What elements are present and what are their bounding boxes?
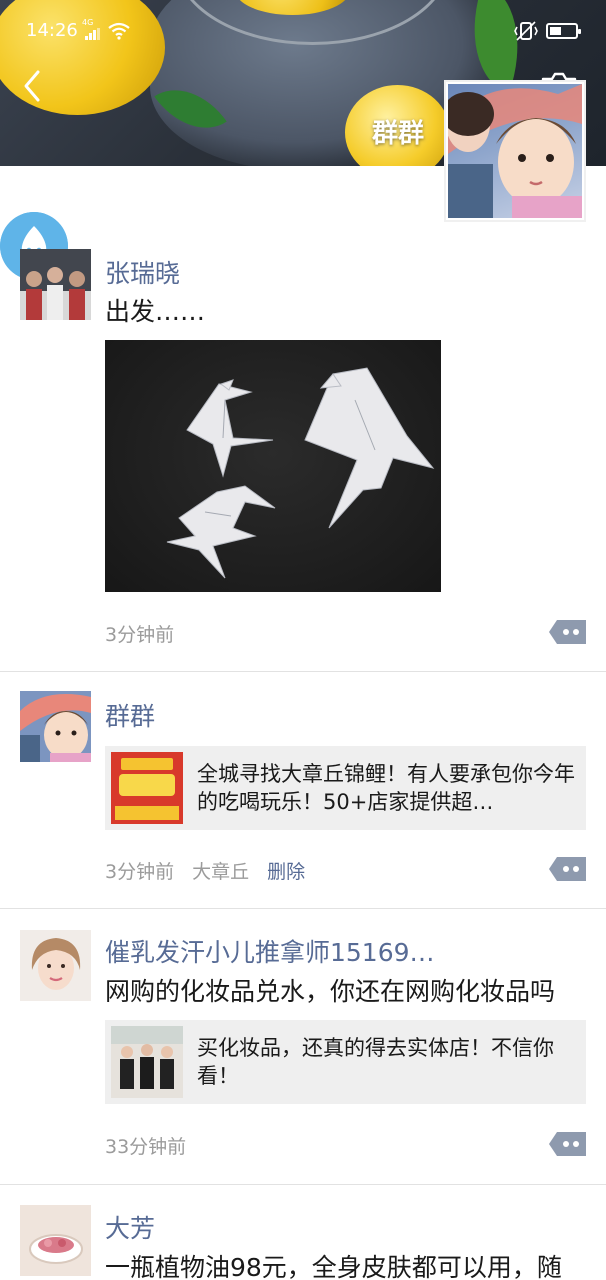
comment-more-icon[interactable]	[549, 857, 586, 881]
post-meta: 3分钟前 大章丘 删除	[105, 857, 323, 884]
network-type: 4G	[82, 18, 94, 27]
comment-more-icon[interactable]	[549, 620, 586, 644]
profile-avatar[interactable]	[444, 80, 586, 222]
post-time-text: 3分钟前	[105, 624, 175, 646]
link-title: 买化妆品，还真的得去实体店！不信你看！	[197, 1036, 554, 1088]
back-icon[interactable]	[18, 66, 48, 106]
signal-icon	[85, 28, 100, 40]
status-bar: 14:26 4G	[0, 14, 606, 50]
status-time: 14:26	[26, 20, 78, 41]
link-title: 全城寻找大章丘锦鲤！有人要承包你今年的吃喝玩乐！50+店家提供超…	[197, 762, 575, 814]
post-divider	[0, 908, 606, 909]
post-time: 3分钟前	[105, 620, 192, 647]
post-text: 网购的化妆品兑水，你还在网购化妆品吗	[105, 977, 556, 1006]
post-author-name[interactable]: 群群	[105, 697, 155, 733]
avatar[interactable]	[20, 249, 91, 320]
post-author-name[interactable]: 张瑞晓	[105, 254, 180, 290]
delete-post-link[interactable]: 删除	[267, 861, 305, 883]
avatar[interactable]	[20, 930, 91, 1001]
post-author-name[interactable]: 催乳发汗小儿推拿师15169…	[105, 933, 435, 969]
post-divider	[0, 1184, 606, 1185]
cover-owner-name[interactable]: 群群	[372, 113, 424, 150]
link-thumbnail	[111, 1026, 183, 1098]
post-time: 33分钟前	[105, 1132, 204, 1159]
post-photo[interactable]	[105, 340, 441, 592]
shared-link-card[interactable]: 全城寻找大章丘锦鲤！有人要承包你今年的吃喝玩乐！50+店家提供超…	[105, 746, 586, 830]
vibrate-icon	[514, 21, 538, 41]
wifi-icon	[108, 22, 130, 40]
avatar[interactable]	[20, 1205, 91, 1276]
post-time-text: 33分钟前	[105, 1136, 187, 1158]
post-divider	[0, 671, 606, 672]
battery-icon	[546, 23, 581, 39]
link-thumbnail	[111, 752, 183, 824]
avatar[interactable]	[20, 691, 91, 762]
shared-link-card[interactable]: 买化妆品，还真的得去实体店！不信你看！	[105, 1020, 586, 1104]
post-location[interactable]: 大章丘	[192, 861, 249, 883]
post-author-name[interactable]: 大芳	[105, 1209, 155, 1245]
comment-more-icon[interactable]	[549, 1132, 586, 1156]
post-text: 出发……	[105, 297, 206, 326]
post-time-text: 3分钟前	[105, 861, 175, 883]
post-text: 一瓶植物油98元，全身皮肤都可以用，随	[105, 1253, 562, 1280]
